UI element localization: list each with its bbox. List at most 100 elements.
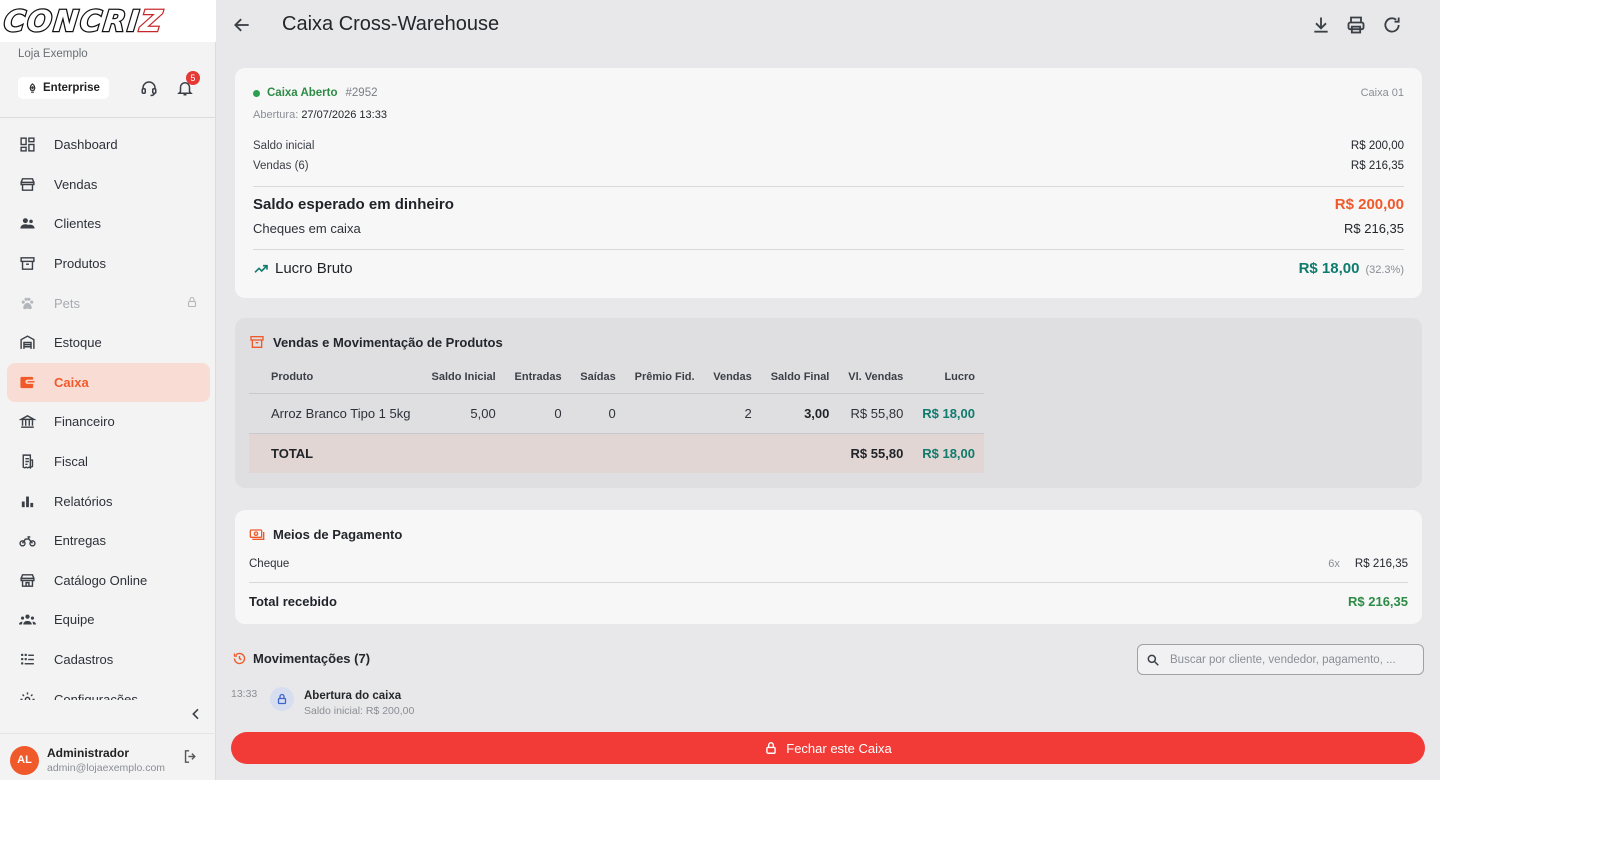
empty-cell <box>703 432 761 473</box>
total-label-cell: TOTAL <box>249 432 422 473</box>
user-info: Administrador admin@lojaexemplo.com <box>47 746 165 774</box>
rocket-icon <box>29 82 36 93</box>
profit-cell: R$ 18,00 <box>922 405 975 421</box>
user-email: admin@lojaexemplo.com <box>47 762 166 774</box>
print-icon[interactable] <box>1346 15 1366 35</box>
lock-icon <box>766 742 777 754</box>
close-register-label: Fechar este Caixa <box>786 740 892 756</box>
initial-balance-cell: 5,00 <box>470 405 496 421</box>
sales-row: Vendas (6) R$ 216,35 <box>253 160 1404 172</box>
sidebar-item-produtos[interactable]: Produtos <box>7 244 210 284</box>
table-total-row: TOTAL R$ 55,80 R$ 18,00 <box>249 432 984 473</box>
movements-title: Movimentações (7) <box>232 651 370 666</box>
gross-profit-value: R$ 18,00 (32.3%) <box>1299 260 1404 277</box>
movement-title[interactable]: Abertura do caixa <box>304 690 401 702</box>
column-header[interactable]: Saídas <box>570 361 625 394</box>
opening-value: 27/07/2026 13:33 <box>301 109 387 121</box>
product-name-cell: Arroz Branco Tipo 1 5kg <box>271 405 411 421</box>
checks-value: R$ 216,35 <box>1344 221 1404 236</box>
notifications-button[interactable]: 5 <box>173 71 200 100</box>
sidebar-item-label: Estoque <box>54 335 102 351</box>
column-header[interactable]: Saldo Final <box>760 361 839 394</box>
payment-methods-card: Meios de Pagamento Cheque 6x R$ 216,35 T… <box>235 510 1422 624</box>
column-header[interactable]: Produto <box>249 361 422 394</box>
sidebar-item-catalogo-online[interactable]: Catálogo Online <box>7 561 210 601</box>
plan-badge[interactable]: Enterprise <box>18 77 109 99</box>
divider <box>253 249 1404 250</box>
main-content: Caixa Cross-Warehouse Caixa Aberto #2952… <box>216 0 1440 780</box>
sidebar-item-financeiro[interactable]: Financeiro <box>7 402 210 442</box>
sidebar-item-fiscal[interactable]: Fiscal <box>7 442 210 482</box>
logo-text: CONCRIZ <box>1 3 167 40</box>
sales-value: R$ 216,35 <box>1350 160 1404 172</box>
sidebar-item-label: Produtos <box>54 256 107 272</box>
logout-icon[interactable] <box>182 748 199 765</box>
payment-method-amount: R$ 216,35 <box>1354 558 1408 570</box>
sidebar-item-label: Fiscal <box>54 454 88 470</box>
sidebar-item-equipe[interactable]: Equipe <box>7 600 210 640</box>
initial-balance-row: Saldo inicial R$ 200,00 <box>253 140 1404 152</box>
gear-icon <box>20 692 35 700</box>
movement-time: 13:33 <box>231 688 258 700</box>
product-movement-card: Vendas e Movimentação de Produtos Produt… <box>235 318 1422 488</box>
column-header[interactable]: Vl. Vendas <box>838 361 913 394</box>
grid-list-icon <box>21 653 34 665</box>
sidebar-item-label: Caixa <box>54 374 89 390</box>
total-received-label: Total recebido <box>249 594 337 609</box>
product-movement-title: Vendas e Movimentação de Produtos <box>249 334 503 350</box>
column-header[interactable]: Prêmio Fid. <box>624 361 704 394</box>
close-register-button[interactable]: Fechar este Caixa <box>231 732 1425 764</box>
search-input[interactable] <box>1170 653 1415 666</box>
column-header[interactable]: Saldo Inicial <box>421 361 505 394</box>
table-header-row: Produto Saldo Inicial Entradas Saídas Pr… <box>249 361 984 394</box>
support-button[interactable] <box>137 76 161 100</box>
cash-icon <box>249 529 265 540</box>
payment-methods-title: Meios de Pagamento <box>249 526 402 542</box>
empty-cell <box>624 432 704 473</box>
app-window: CONCRIZ Loja Exemplo Enterprise 5 Dashbo… <box>0 0 1440 780</box>
sidebar-item-dashboard[interactable]: Dashboard <box>7 125 210 165</box>
trending-up-icon <box>254 264 268 273</box>
opening-info: Abertura: 27/07/2026 13:33 <box>253 109 387 121</box>
initial-balance-label: Saldo inicial <box>253 140 315 152</box>
warehouse-icon <box>20 335 35 350</box>
brand-logo[interactable]: CONCRIZ <box>0 0 216 42</box>
sidebar-item-caixa[interactable]: Caixa <box>7 362 210 403</box>
total-profit-cell: R$ 18,00 <box>912 432 984 473</box>
movements-search[interactable] <box>1137 644 1424 675</box>
column-header[interactable]: Vendas <box>703 361 761 394</box>
payment-method-name: Cheque <box>249 558 290 570</box>
sidebar-item-pets[interactable]: Pets <box>7 283 210 323</box>
gross-profit-label: Lucro Bruto <box>253 260 353 277</box>
storefront-icon <box>20 178 35 191</box>
sidebar-item-label: Clientes <box>54 216 101 232</box>
sidebar-item-cadastros[interactable]: Cadastros <box>7 640 210 680</box>
table-row[interactable]: Arroz Branco Tipo 1 5kg 5,00 0 0 2 3,00 … <box>249 393 984 433</box>
receipt-icon <box>22 454 34 470</box>
sidebar-item-relatorios[interactable]: Relatórios <box>7 481 210 521</box>
empty-cell <box>570 432 625 473</box>
sidebar-item-vendas[interactable]: Vendas <box>7 165 210 205</box>
column-header[interactable]: Lucro <box>912 361 984 394</box>
sales-value-cell: R$ 55,80 <box>850 405 904 421</box>
register-id: #2952 <box>345 87 378 99</box>
initial-balance-value: R$ 200,00 <box>1350 140 1404 152</box>
sidebar-item-clientes[interactable]: Clientes <box>7 204 210 244</box>
sidebar-item-entregas[interactable]: Entregas <box>7 521 210 561</box>
refresh-icon[interactable] <box>1382 15 1402 35</box>
entries-cell: 0 <box>554 405 562 421</box>
collapse-sidebar-icon[interactable] <box>188 706 204 722</box>
column-header[interactable]: Entradas <box>504 361 571 394</box>
status-dot <box>253 89 260 97</box>
back-arrow-icon[interactable] <box>232 15 252 35</box>
page-title: Caixa Cross-Warehouse <box>282 13 500 35</box>
sidebar-item-label: Dashboard <box>54 137 118 153</box>
wallet-icon <box>20 376 35 389</box>
user-name: Administrador <box>47 746 130 760</box>
total-received-row: Total recebido R$ 216,35 <box>249 594 1408 609</box>
download-icon[interactable] <box>1311 15 1331 35</box>
search-icon <box>1147 654 1159 666</box>
gross-profit-row: Lucro Bruto R$ 18,00 (32.3%) <box>253 260 1404 277</box>
sidebar-item-configuracoes[interactable]: Configurações <box>7 679 210 700</box>
sidebar-item-estoque[interactable]: Estoque <box>7 323 210 363</box>
